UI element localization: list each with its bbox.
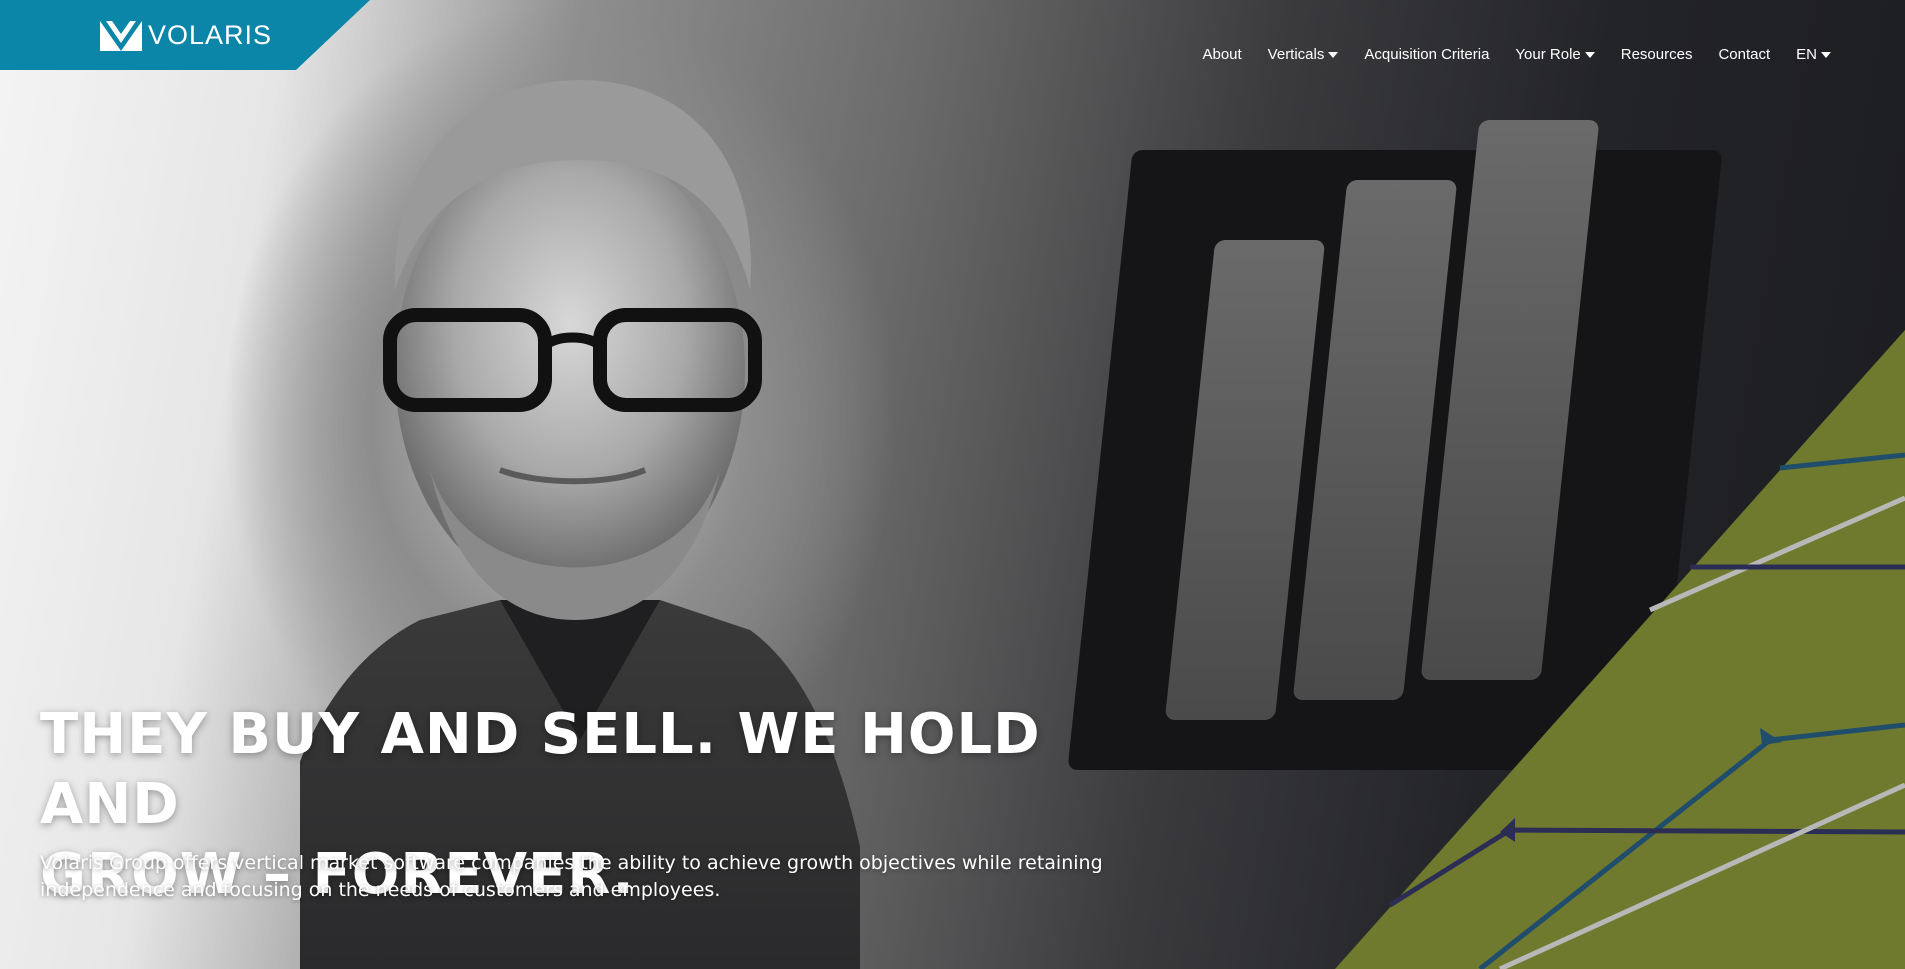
nav-label: Acquisition Criteria [1364, 46, 1490, 63]
nav-label: About [1202, 46, 1242, 63]
language-selector[interactable]: EN [1796, 46, 1831, 63]
nav-label: Verticals [1267, 46, 1325, 63]
nav-label: EN [1796, 46, 1817, 63]
main-navigation: About Verticals Acquisition Criteria You… [1202, 46, 1831, 63]
caret-down-icon [1821, 52, 1831, 58]
hero-section: THEY BUY AND SELL. WE HOLD AND GROW – FO… [0, 0, 1905, 969]
hero-subtext: Volaris Group offers vertical market sof… [40, 850, 1120, 904]
nav-verticals[interactable]: Verticals [1268, 46, 1339, 63]
nav-label: Your Role [1515, 46, 1581, 63]
headline-line-1: THEY BUY AND SELL. WE HOLD AND [40, 702, 1041, 837]
logo-text: VOLARIS [148, 20, 273, 50]
nav-contact[interactable]: Contact [1718, 46, 1770, 63]
subtext-line-2: independence and focusing on the needs o… [40, 879, 721, 901]
nav-about[interactable]: About [1202, 46, 1241, 63]
nav-resources[interactable]: Resources [1621, 46, 1693, 63]
caret-down-icon [1584, 52, 1595, 58]
nav-label: Resources [1620, 46, 1693, 63]
nav-your-role[interactable]: Your Role [1515, 46, 1595, 63]
nav-acquisition-criteria[interactable]: Acquisition Criteria [1364, 46, 1489, 63]
home-logo-link[interactable]: VOLARIS [100, 20, 272, 51]
subtext-line-1: Volaris Group offers vertical market sof… [40, 852, 1103, 874]
caret-down-icon [1328, 52, 1339, 58]
volaris-v-logo-icon [100, 20, 142, 51]
nav-label: Contact [1718, 46, 1771, 63]
